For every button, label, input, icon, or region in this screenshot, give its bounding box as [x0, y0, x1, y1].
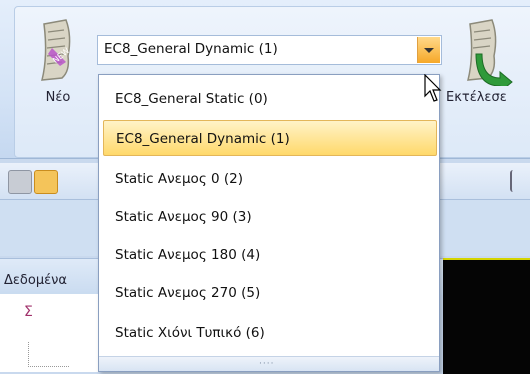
print-icon[interactable]: [8, 170, 32, 194]
house-icon[interactable]: [34, 170, 58, 194]
combo-dropdown-list: EC8_General Static (0) EC8_General Dynam…: [98, 74, 440, 372]
run-document-icon: [467, 19, 513, 86]
grip-dots: ····: [259, 359, 275, 369]
sum-icon[interactable]: Σ: [24, 304, 40, 320]
panel-body: Σ: [0, 294, 100, 372]
dropdown-option-selected[interactable]: EC8_General Dynamic (1): [103, 120, 437, 156]
tree-line-icon: [28, 342, 69, 367]
new-button-label: Νέο: [45, 90, 71, 105]
dropdown-option[interactable]: Static Ανεμος 0 (2): [99, 161, 439, 197]
dropdown-option[interactable]: EC8_General Static (0): [99, 81, 439, 117]
dropdown-option[interactable]: Static Ανεμος 270 (5): [99, 275, 439, 311]
new-button[interactable]: NEW Νέο: [28, 10, 88, 110]
new-document-icon: NEW: [41, 19, 71, 81]
resize-grip[interactable]: ····: [99, 356, 439, 371]
mouse-cursor-icon: [424, 74, 442, 102]
combo-value: EC8_General Dynamic (1): [104, 41, 278, 57]
viewport[interactable]: [443, 258, 530, 374]
combo-dropdown-button[interactable]: [417, 37, 440, 63]
run-button-label: Εκτέλεσε: [446, 90, 507, 105]
dropdown-option[interactable]: Static Ανεμος 180 (4): [99, 237, 439, 273]
dropdown-option[interactable]: Static Ανεμος 90 (3): [99, 199, 439, 235]
panel-title: Δεδομένα: [4, 273, 67, 288]
run-button[interactable]: Εκτέλεσε: [446, 10, 530, 110]
chevron-down-icon[interactable]: [488, 175, 496, 183]
analysis-combo[interactable]: EC8_General Dynamic (1): [97, 35, 442, 65]
structure-icon[interactable]: [510, 170, 530, 192]
dropdown-option[interactable]: Static Χιόνι Τυπικό (6): [99, 315, 439, 351]
